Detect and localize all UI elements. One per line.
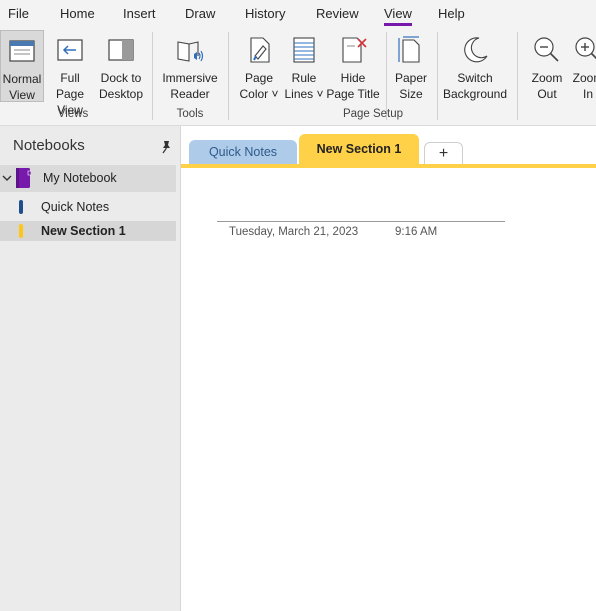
page-title-underline (217, 221, 505, 222)
page-setup-group-label: Page Setup (342, 108, 404, 120)
dock-to-desktop-icon (108, 39, 134, 61)
paper-size-label: Paper Size (394, 71, 428, 101)
zoom-in-icon (575, 37, 596, 60)
add-section-button[interactable]: + (424, 142, 463, 165)
notebook-item[interactable]: My Notebook (0, 165, 176, 192)
section-color-marker (19, 224, 23, 238)
page-time: 9:16 AM (395, 226, 438, 238)
sidebar-section-new-section-1[interactable]: New Section 1 (0, 221, 176, 241)
section-tab-strip: Quick Notes New Section 1 + (181, 126, 596, 168)
ribbon-separator (517, 32, 518, 120)
page-color-button[interactable]: Page Color ˅ (234, 30, 284, 102)
rule-lines-button[interactable]: Rule Lines ˅ (284, 30, 324, 102)
normal-view-button[interactable]: Normal View (0, 30, 44, 102)
immersive-reader-icon (177, 41, 204, 62)
dock-to-desktop-button[interactable]: Dock to Desktop (96, 30, 146, 102)
pin-icon[interactable] (159, 140, 173, 154)
menu-tab-review[interactable]: Review (316, 6, 359, 21)
ribbon-separator (437, 32, 438, 120)
immersive-reader-button[interactable]: Immersive Reader (158, 30, 222, 102)
hide-page-title-button[interactable]: Hide Page Title (325, 30, 381, 102)
moon-icon (464, 37, 488, 63)
ribbon-separator (228, 32, 229, 120)
ribbon: Normal View Full Page View Dock to Deskt… (0, 28, 596, 126)
rule-lines-label: Rule Lines ˅ (284, 71, 324, 101)
tab-quick-notes[interactable]: Quick Notes (189, 140, 297, 164)
normal-view-label: Normal View (2, 72, 42, 102)
menu-tab-file[interactable]: File (8, 6, 29, 21)
zoom-out-label: Zoom Out (531, 71, 563, 101)
zoom-in-label: Zoom In (572, 71, 596, 101)
rule-lines-icon (293, 37, 315, 63)
paper-size-button[interactable]: Paper Size (390, 30, 432, 102)
zoom-out-button[interactable]: Zoom Out (524, 30, 570, 102)
switch-background-button[interactable]: Switch Background (441, 30, 509, 102)
menu-tab-insert[interactable]: Insert (123, 6, 156, 21)
ribbon-separator (386, 32, 387, 120)
page-date: Tuesday, March 21, 2023 (229, 226, 359, 238)
section-color-marker (19, 200, 23, 214)
paper-size-icon (398, 36, 420, 63)
full-page-view-icon (57, 39, 83, 61)
menu-bar: File Home Insert Draw History Review Vie… (0, 0, 596, 28)
normal-view-icon (9, 40, 35, 62)
notebook-name: My Notebook (43, 171, 117, 185)
hide-page-title-label: Hide Page Title (326, 71, 380, 101)
menu-tab-draw[interactable]: Draw (185, 6, 215, 21)
tab-new-section-1[interactable]: New Section 1 (299, 134, 419, 164)
full-page-view-button[interactable]: Full Page View (45, 30, 95, 117)
section-label: Quick Notes (41, 200, 110, 214)
tools-group-label: Tools (176, 108, 204, 120)
ribbon-separator (152, 32, 153, 120)
views-group-label: Views (57, 108, 89, 120)
zoom-in-button[interactable]: Zoom In (568, 30, 596, 102)
chevron-down-icon[interactable] (1, 171, 13, 185)
immersive-reader-label: Immersive Reader (162, 71, 218, 101)
menu-tab-help[interactable]: Help (438, 6, 465, 21)
sidebar-section-quick-notes[interactable]: Quick Notes (0, 197, 176, 217)
menu-tab-view[interactable]: View (384, 6, 412, 26)
page-color-label: Page Color ˅ (239, 71, 279, 101)
page-color-icon (250, 37, 270, 63)
dock-to-desktop-label: Dock to Desktop (98, 71, 144, 101)
notebook-icon (16, 168, 31, 188)
notebooks-title: Notebooks (13, 137, 85, 154)
menu-tab-history[interactable]: History (245, 6, 285, 21)
hide-page-title-icon (342, 37, 367, 63)
section-label: New Section 1 (41, 224, 126, 238)
menu-tab-home[interactable]: Home (60, 6, 95, 21)
notebooks-pane: Notebooks My Notebook Quick Notes New Se… (0, 126, 181, 611)
zoom-out-icon (534, 37, 559, 62)
switch-background-label: Switch Background (442, 71, 508, 101)
page-canvas[interactable]: Tuesday, March 21, 2023 9:16 AM (181, 168, 596, 611)
